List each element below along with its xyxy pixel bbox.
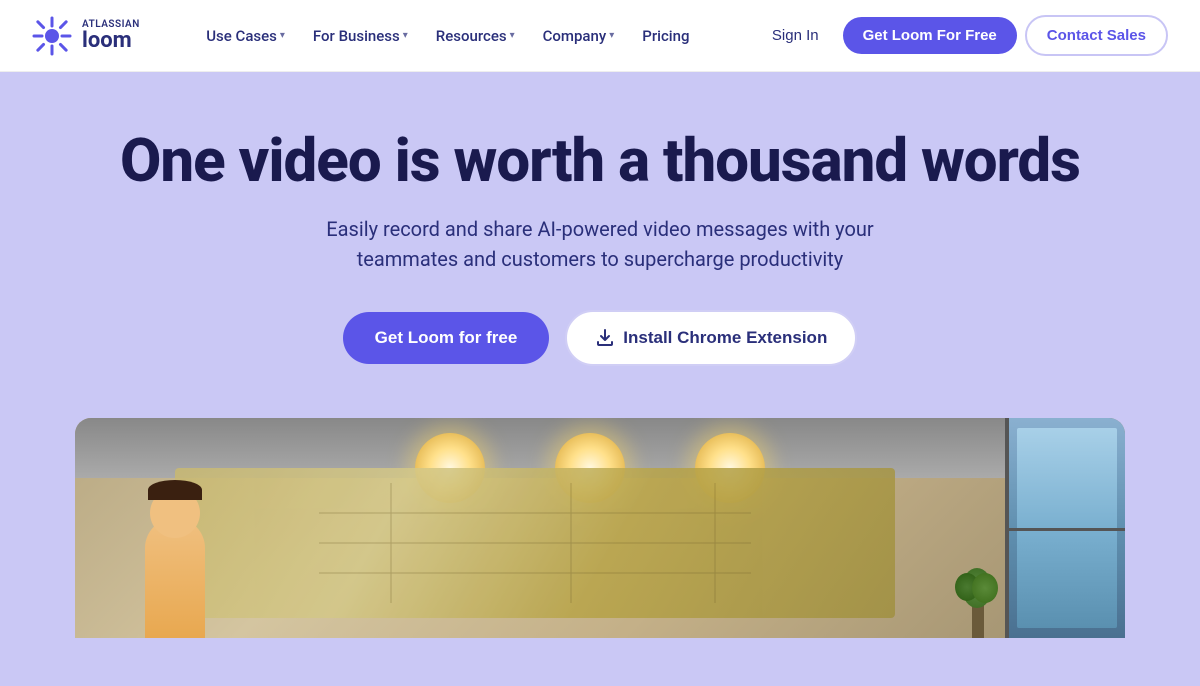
video-preview[interactable] [75, 418, 1125, 638]
video-scene [75, 418, 1125, 638]
scene-map [175, 468, 895, 618]
get-loom-nav-button[interactable]: Get Loom For Free [843, 17, 1017, 54]
hero-title: One video is worth a thousand words [32, 128, 1168, 194]
nav-use-cases[interactable]: Use Cases ▾ [194, 19, 297, 53]
contact-sales-button[interactable]: Contact Sales [1025, 15, 1168, 56]
install-extension-button[interactable]: Install Chrome Extension [565, 310, 857, 366]
nav-resources[interactable]: Resources ▾ [424, 19, 527, 53]
navbar: ATLASSIAN loom Use Cases ▾ For Business … [0, 0, 1200, 72]
nav-pricing[interactable]: Pricing [630, 19, 701, 53]
logo-text: ATLASSIAN loom [82, 20, 140, 52]
plant [960, 568, 995, 638]
download-icon [595, 328, 615, 348]
map-lines [175, 468, 895, 618]
window-right [1005, 418, 1125, 638]
chevron-down-icon: ▾ [609, 30, 614, 41]
get-loom-hero-button[interactable]: Get Loom for free [343, 312, 550, 364]
hero-buttons: Get Loom for free Install Chrome Extensi… [32, 310, 1168, 366]
loom-logo-icon [32, 16, 72, 56]
nav-company[interactable]: Company ▾ [531, 19, 627, 53]
nav-links: Use Cases ▾ For Business ▾ Resources ▾ C… [194, 19, 701, 53]
sign-in-button[interactable]: Sign In [756, 19, 835, 52]
hero-section: One video is worth a thousand words Easi… [0, 72, 1200, 686]
logo[interactable]: ATLASSIAN loom [32, 16, 140, 56]
nav-for-business[interactable]: For Business ▾ [301, 19, 420, 53]
nav-actions: Sign In Get Loom For Free Contact Sales [756, 15, 1168, 56]
chevron-down-icon: ▾ [280, 30, 285, 41]
chevron-down-icon: ▾ [403, 30, 408, 41]
chevron-down-icon: ▾ [510, 30, 515, 41]
person-figure [130, 478, 220, 638]
hero-subtitle: Easily record and share AI-powered video… [290, 214, 910, 274]
loom-label: loom [82, 30, 140, 52]
